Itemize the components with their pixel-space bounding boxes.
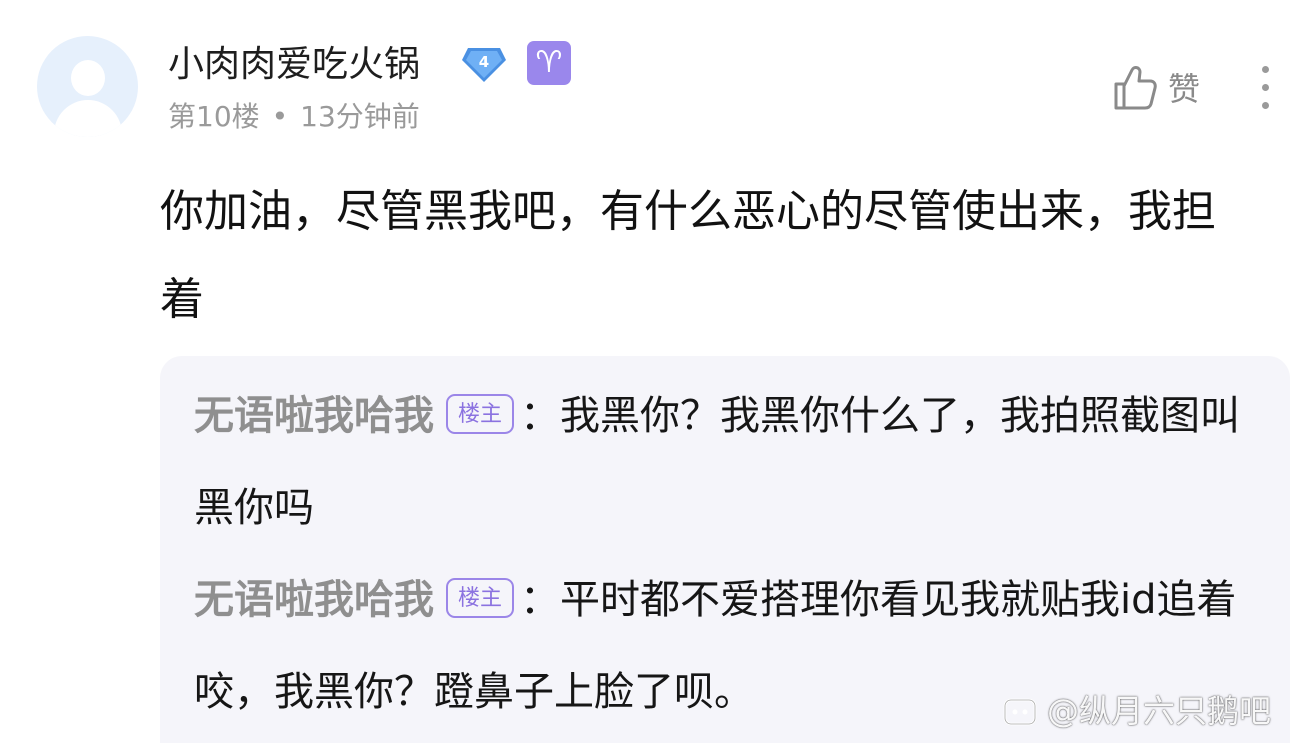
meta-separator: • — [271, 100, 289, 133]
tieba-logo-icon — [1003, 698, 1037, 726]
reply-author[interactable]: 无语啦我哈我 — [194, 577, 434, 623]
avatar-body — [54, 100, 122, 137]
like-label: 赞 — [1168, 70, 1201, 108]
thumbs-up-icon — [1114, 66, 1157, 110]
sub-replies-box[interactable]: 无语啦我哈我 楼主 ：我黑你？我黑你什么了，我拍照截图叫黑你吗 无语啦我哈我 楼主 ：平… — [160, 356, 1290, 743]
user-avatar[interactable] — [37, 36, 138, 137]
post-meta: 第10楼 • 13分钟前 — [168, 98, 420, 136]
floor-number: 第10楼 — [168, 100, 260, 133]
post-time: 13分钟前 — [300, 100, 420, 133]
more-options-icon[interactable] — [1255, 66, 1275, 112]
aries-zodiac-icon: ♈ — [527, 41, 571, 85]
reply-colon: ： — [520, 577, 561, 623]
op-tag-badge: 楼主 — [446, 394, 515, 434]
post-page: 小肉肉爱吃火锅 4 ♈ 第10楼 • 13分钟前 赞 你加油，尽管黑我吧，有什么恶心… — [0, 0, 1300, 743]
watermark-text: @纵月六只鹅吧 — [1047, 692, 1272, 730]
avatar-head — [71, 60, 105, 96]
reply-colon: ： — [520, 393, 561, 439]
level-number: 4 — [479, 53, 489, 71]
comment-content: 你加油，尽管黑我吧，有什么恶心的尽管使出来，我担着 — [160, 186, 1216, 325]
username[interactable]: 小肉肉爱吃火锅 — [168, 42, 420, 88]
watermark: @纵月六只鹅吧 — [1003, 686, 1271, 736]
sub-reply[interactable]: 无语啦我哈我 楼主 ：我黑你？我黑你什么了，我拍照截图叫黑你吗 — [194, 370, 1264, 554]
reply-author[interactable]: 无语啦我哈我 — [194, 393, 434, 439]
level-badge-icon: 4 — [462, 48, 506, 82]
op-tag-badge: 楼主 — [446, 578, 515, 618]
